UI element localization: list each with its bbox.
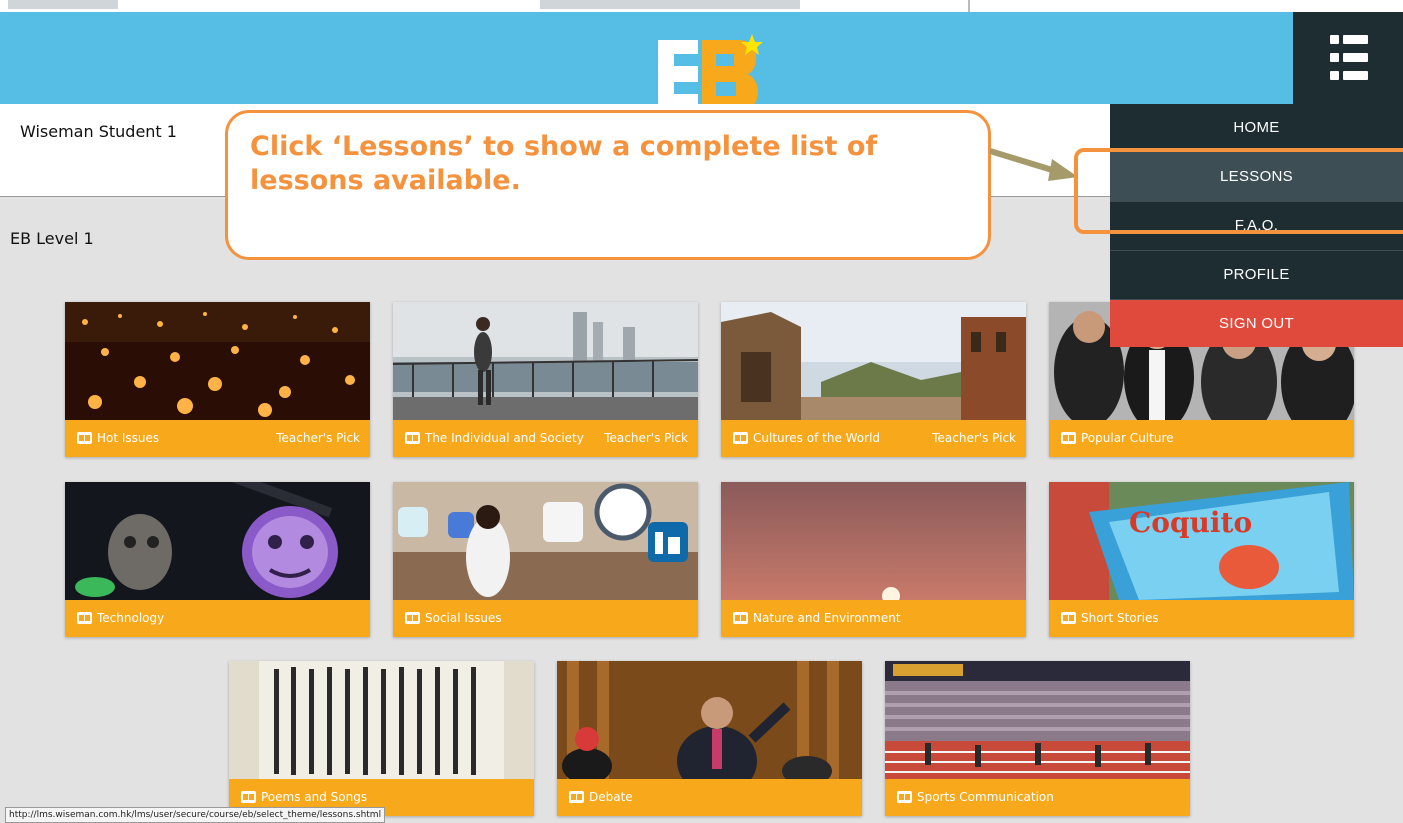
theme-image bbox=[557, 661, 862, 779]
book-icon bbox=[405, 612, 420, 624]
level-title: EB Level 1 bbox=[10, 229, 94, 248]
theme-title: Popular Culture bbox=[1081, 431, 1174, 445]
theme-card-nature-environment[interactable]: Nature and Environment bbox=[721, 482, 1026, 637]
theme-title: Poems and Songs bbox=[261, 790, 368, 804]
theme-card-sports-communication[interactable]: Sports Communication bbox=[885, 661, 1190, 816]
status-bar-url: http://lms.wiseman.com.hk/lms/user/secur… bbox=[5, 807, 386, 823]
theme-image bbox=[393, 302, 698, 420]
teachers-pick-badge: Teacher's Pick bbox=[276, 431, 360, 445]
theme-image bbox=[721, 302, 1026, 420]
theme-card-poems-songs[interactable]: Poems and Songs bbox=[229, 661, 534, 816]
theme-title: The Individual and Society bbox=[425, 431, 584, 445]
teachers-pick-badge: Teacher's Pick bbox=[604, 431, 688, 445]
theme-image bbox=[885, 661, 1190, 779]
svg-text:Coquito: Coquito bbox=[1129, 506, 1252, 539]
theme-title: Short Stories bbox=[1081, 611, 1159, 625]
theme-title: Social Issues bbox=[425, 611, 502, 625]
theme-image bbox=[721, 482, 1026, 600]
teachers-pick-badge: Teacher's Pick bbox=[932, 431, 1016, 445]
book-icon bbox=[1061, 432, 1076, 444]
nav-item-sign-out[interactable]: SIGN OUT bbox=[1110, 300, 1403, 347]
theme-card-technology[interactable]: Technology bbox=[65, 482, 370, 637]
theme-title: Technology bbox=[97, 611, 165, 625]
book-icon bbox=[77, 612, 92, 624]
theme-card-individual-society[interactable]: The Individual and Society Teacher's Pic… bbox=[393, 302, 698, 457]
theme-card-hot-issues[interactable]: Hot Issues Teacher's Pick bbox=[65, 302, 370, 457]
book-icon bbox=[241, 791, 256, 803]
theme-card-short-stories[interactable]: Coquito Short Stories bbox=[1049, 482, 1354, 637]
theme-title: Sports Communication bbox=[917, 790, 1054, 804]
theme-title: Hot Issues bbox=[97, 431, 160, 445]
theme-card-social-issues[interactable]: Social Issues bbox=[393, 482, 698, 637]
browser-top-strip bbox=[0, 0, 1403, 12]
tutorial-callout-text: Click ‘Lessons’ to show a complete list … bbox=[250, 131, 878, 196]
theme-card-cultures-world[interactable]: Cultures of the World Teacher's Pick bbox=[721, 302, 1026, 457]
user-name: Wiseman Student 1 bbox=[20, 122, 177, 141]
book-icon bbox=[1061, 612, 1076, 624]
theme-title: Cultures of the World bbox=[753, 431, 881, 445]
menu-toggle-button[interactable] bbox=[1293, 12, 1403, 104]
theme-image: Coquito bbox=[1049, 482, 1354, 600]
lessons-highlight-box bbox=[1074, 148, 1403, 234]
theme-image bbox=[393, 482, 698, 600]
book-icon bbox=[897, 791, 912, 803]
theme-image bbox=[229, 661, 534, 779]
book-icon bbox=[77, 432, 92, 444]
nav-item-home[interactable]: HOME bbox=[1110, 104, 1403, 153]
book-icon bbox=[733, 612, 748, 624]
callout-arrow-icon bbox=[990, 148, 1078, 181]
site-header: EB bbox=[0, 12, 1293, 110]
book-icon bbox=[569, 791, 584, 803]
theme-image bbox=[65, 482, 370, 600]
nav-item-profile[interactable]: PROFILE bbox=[1110, 251, 1403, 300]
theme-image bbox=[65, 302, 370, 420]
theme-title: Debate bbox=[589, 790, 633, 804]
book-icon bbox=[733, 432, 748, 444]
theme-title: Nature and Environment bbox=[753, 611, 901, 625]
theme-card-debate[interactable]: Debate bbox=[557, 661, 862, 816]
book-icon bbox=[405, 432, 420, 444]
eb-logo[interactable] bbox=[656, 34, 766, 112]
